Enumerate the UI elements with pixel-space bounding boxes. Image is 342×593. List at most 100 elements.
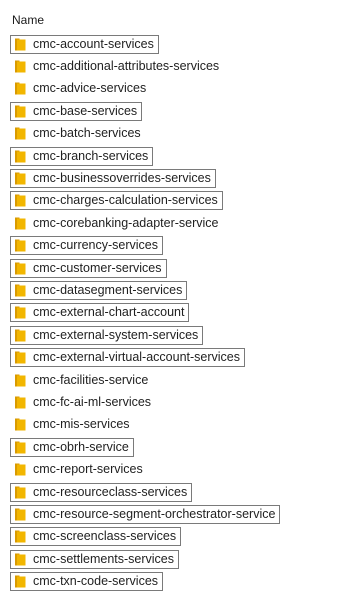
- folder-name-label: cmc-screenclass-services: [33, 529, 177, 544]
- name-column-header[interactable]: Name: [12, 11, 44, 29]
- list-item[interactable]: cmc-txn-code-services: [10, 572, 164, 592]
- folder-name-label: cmc-batch-services: [33, 126, 141, 141]
- folder-icon: [14, 284, 27, 297]
- folder-name-label: cmc-corebanking-adapter-service: [33, 215, 219, 230]
- folder-name-label: cmc-account-services: [33, 36, 154, 51]
- table-row[interactable]: cmc-charges-calculation-services: [0, 190, 342, 212]
- list-item[interactable]: cmc-external-system-services: [10, 325, 204, 345]
- folder-name-label: cmc-businessoverrides-services: [33, 171, 211, 186]
- table-row[interactable]: cmc-external-system-services: [0, 324, 342, 346]
- folder-icon: [14, 486, 27, 499]
- list-item[interactable]: cmc-businessoverrides-services: [10, 169, 216, 189]
- folder-icon: [14, 306, 27, 319]
- folder-icon: [14, 82, 27, 95]
- table-row[interactable]: cmc-obrh-service: [0, 436, 342, 458]
- list-item[interactable]: cmc-corebanking-adapter-service: [10, 214, 224, 233]
- list-item[interactable]: cmc-advice-services: [10, 79, 151, 98]
- list-item[interactable]: cmc-external-chart-account: [10, 303, 190, 323]
- table-row[interactable]: cmc-txn-code-services: [0, 570, 342, 592]
- table-row[interactable]: cmc-facilities-service: [0, 369, 342, 391]
- folder-icon: [14, 508, 27, 521]
- folder-name-label: cmc-settlements-services: [33, 551, 174, 566]
- table-row[interactable]: cmc-additional-attributes-services: [0, 55, 342, 77]
- folder-name-label: cmc-resource-segment-orchestrator-servic…: [33, 506, 276, 521]
- list-item[interactable]: cmc-branch-services: [10, 146, 154, 166]
- list-item[interactable]: cmc-facilities-service: [10, 371, 153, 390]
- folder-icon: [14, 105, 27, 118]
- folder-icon: [14, 60, 27, 73]
- table-row[interactable]: cmc-report-services: [0, 458, 342, 480]
- folder-name-label: cmc-obrh-service: [33, 439, 129, 454]
- folder-icon: [14, 374, 27, 387]
- folder-name-label: cmc-advice-services: [33, 81, 147, 96]
- folder-icon: [14, 463, 27, 476]
- folder-icon: [14, 262, 27, 275]
- table-row[interactable]: cmc-customer-services: [0, 257, 342, 279]
- folder-icon: [14, 150, 27, 163]
- list-item[interactable]: cmc-resourceclass-services: [10, 482, 193, 502]
- table-row[interactable]: cmc-datasegment-services: [0, 279, 342, 301]
- folder-icon: [14, 396, 27, 409]
- folder-name-label: cmc-base-services: [33, 103, 138, 118]
- folder-name-label: cmc-external-virtual-account-services: [33, 350, 241, 365]
- folder-icon: [14, 329, 27, 342]
- folder-name-label: cmc-additional-attributes-services: [33, 59, 220, 74]
- table-row[interactable]: cmc-mis-services: [0, 414, 342, 436]
- folder-name-label: cmc-report-services: [33, 462, 143, 477]
- folder-icon: [14, 172, 27, 185]
- table-row[interactable]: cmc-fc-ai-ml-services: [0, 391, 342, 413]
- table-row[interactable]: cmc-currency-services: [0, 235, 342, 257]
- folder-icon: [14, 351, 27, 364]
- table-row[interactable]: cmc-screenclass-services: [0, 526, 342, 548]
- folder-icon: [14, 194, 27, 207]
- list-item[interactable]: cmc-additional-attributes-services: [10, 57, 224, 76]
- table-row[interactable]: cmc-resource-segment-orchestrator-servic…: [0, 503, 342, 525]
- table-row[interactable]: cmc-account-services: [0, 33, 342, 55]
- folder-name-label: cmc-fc-ai-ml-services: [33, 394, 152, 409]
- list-item[interactable]: cmc-batch-services: [10, 124, 146, 143]
- folder-name-label: cmc-currency-services: [33, 238, 159, 253]
- list-item[interactable]: cmc-settlements-services: [10, 549, 179, 569]
- folder-name-label: cmc-branch-services: [33, 148, 149, 163]
- table-row[interactable]: cmc-resourceclass-services: [0, 481, 342, 503]
- list-item[interactable]: cmc-charges-calculation-services: [10, 191, 223, 211]
- list-item[interactable]: cmc-external-virtual-account-services: [10, 348, 246, 368]
- folder-name-label: cmc-datasegment-services: [33, 282, 183, 297]
- folder-icon: [14, 127, 27, 140]
- folder-icon: [14, 553, 27, 566]
- folder-icon: [14, 38, 27, 51]
- table-row[interactable]: cmc-base-services: [0, 100, 342, 122]
- folder-name-label: cmc-mis-services: [33, 417, 130, 432]
- folder-icon: [14, 239, 27, 252]
- list-item[interactable]: cmc-account-services: [10, 34, 159, 54]
- list-item[interactable]: cmc-currency-services: [10, 236, 164, 256]
- list-item[interactable]: cmc-base-services: [10, 101, 143, 121]
- folder-icon: [14, 441, 27, 454]
- table-row[interactable]: cmc-corebanking-adapter-service: [0, 212, 342, 234]
- table-row[interactable]: cmc-branch-services: [0, 145, 342, 167]
- folder-name-label: cmc-txn-code-services: [33, 574, 159, 589]
- list-item[interactable]: cmc-customer-services: [10, 258, 167, 278]
- table-row[interactable]: cmc-external-chart-account: [0, 302, 342, 324]
- folder-icon: [14, 575, 27, 588]
- folder-icon: [14, 530, 27, 543]
- table-row[interactable]: cmc-external-virtual-account-services: [0, 346, 342, 368]
- folder-name-label: cmc-customer-services: [33, 260, 162, 275]
- file-list-window: Name cmc-account-services cmc-additional-…: [0, 0, 342, 593]
- folder-name-label: cmc-charges-calculation-services: [33, 193, 218, 208]
- list-item[interactable]: cmc-fc-ai-ml-services: [10, 393, 156, 412]
- folder-name-label: cmc-facilities-service: [33, 372, 149, 387]
- table-row[interactable]: cmc-settlements-services: [0, 548, 342, 570]
- table-row[interactable]: cmc-batch-services: [0, 123, 342, 145]
- list-item[interactable]: cmc-resource-segment-orchestrator-servic…: [10, 504, 281, 524]
- list-item[interactable]: cmc-mis-services: [10, 415, 135, 434]
- list-item[interactable]: cmc-datasegment-services: [10, 280, 188, 300]
- table-row[interactable]: cmc-businessoverrides-services: [0, 167, 342, 189]
- folder-list: cmc-account-services cmc-additional-attri…: [0, 33, 342, 593]
- folder-name-label: cmc-external-chart-account: [33, 305, 185, 320]
- folder-icon: [14, 217, 27, 230]
- list-item[interactable]: cmc-report-services: [10, 460, 148, 479]
- list-item[interactable]: cmc-obrh-service: [10, 437, 134, 457]
- table-row[interactable]: cmc-advice-services: [0, 78, 342, 100]
- list-item[interactable]: cmc-screenclass-services: [10, 527, 182, 547]
